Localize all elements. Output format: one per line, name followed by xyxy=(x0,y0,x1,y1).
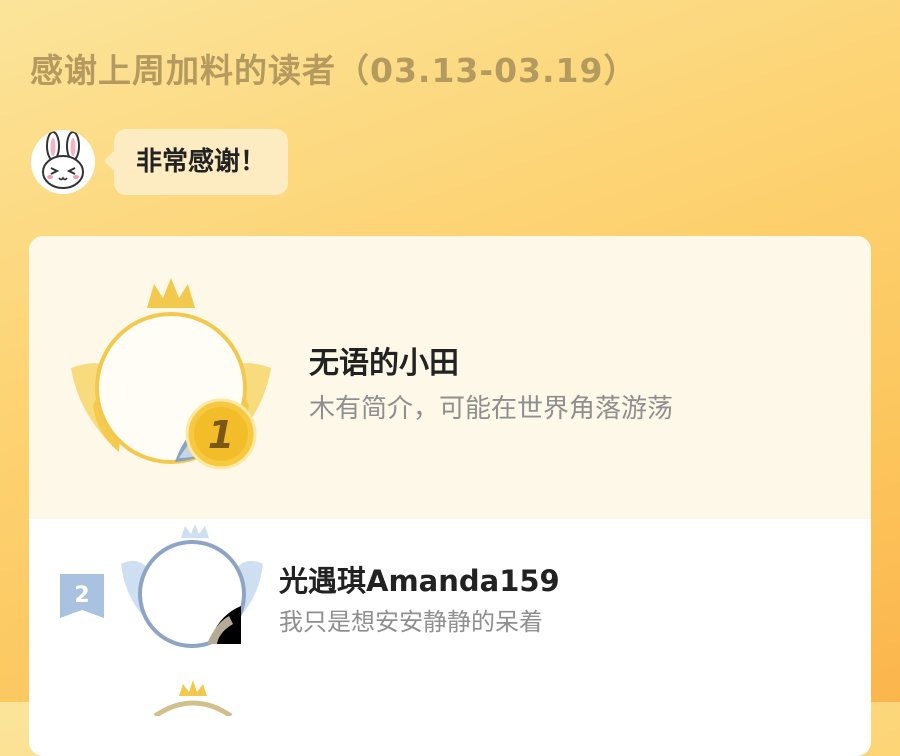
rank-3-avatar-badge[interactable] xyxy=(147,676,237,720)
rank-2-avatar-badge[interactable] xyxy=(117,524,267,658)
page-title: 感谢上周加料的读者（03.13-03.19） xyxy=(30,51,638,90)
leaderboard-card: 1 无语的小田 木有简介，可能在世界角落游荡 2 光遇琪Amanda159 我只… xyxy=(29,236,871,756)
rank-1-name[interactable]: 无语的小田 xyxy=(309,338,459,382)
rank-1-number: 1 xyxy=(208,413,234,457)
rank-1-bio: 木有简介，可能在世界角落游荡 xyxy=(309,394,674,424)
rabbit-mascot-avatar xyxy=(31,130,95,194)
thanks-bubble: 非常感谢！ xyxy=(103,129,289,195)
rank-2-name[interactable]: 光遇琪Amanda159 xyxy=(279,558,560,600)
rank-1-row[interactable]: 1 无语的小田 木有简介，可能在世界角落游荡 xyxy=(29,236,871,519)
rank-2-flag: 2 xyxy=(60,574,104,618)
rank-1-avatar-badge[interactable]: 1 xyxy=(69,276,279,490)
rank-2-number: 2 xyxy=(74,583,89,608)
thanks-text: 非常感谢！ xyxy=(136,147,267,177)
rank-2-bio: 我只是想安安静静的呆着 xyxy=(279,608,543,636)
